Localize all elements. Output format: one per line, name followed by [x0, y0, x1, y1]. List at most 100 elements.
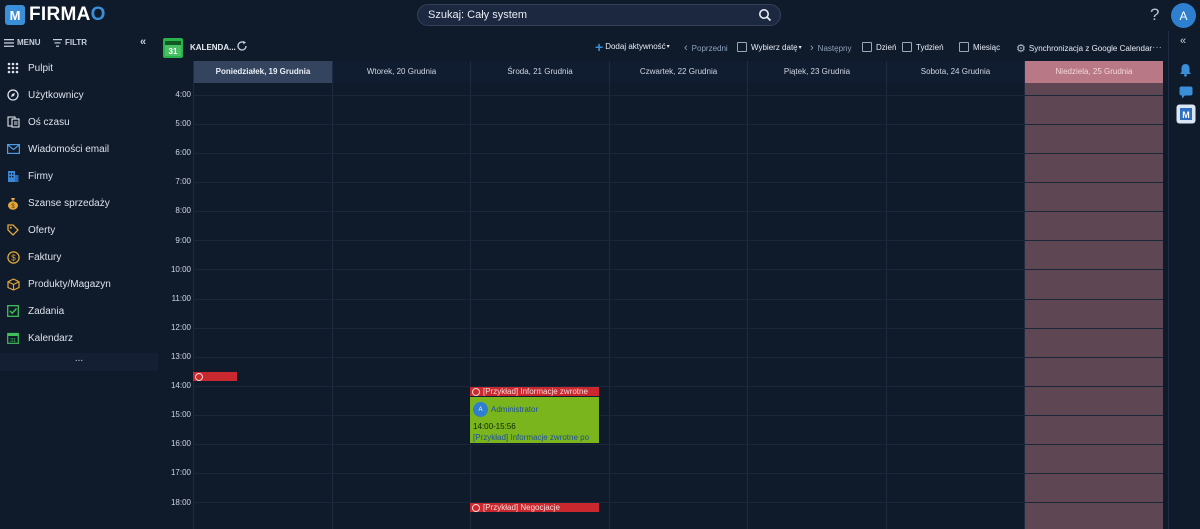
day-column-monday[interactable]	[193, 83, 332, 529]
hour-label: 13:00	[170, 352, 191, 361]
sidebar-item-label: Wiadomości email	[28, 143, 110, 155]
google-sync-button[interactable]: ⚙ Synchronizacja z Google Calendar	[1016, 42, 1152, 55]
day-view-button[interactable]: Dzień	[862, 42, 896, 52]
sidebar-item-calendar[interactable]: 31 Kalendarz	[6, 328, 156, 348]
search-label: Szukaj: Cały system	[428, 9, 528, 21]
sidebar-item-pulpit[interactable]: Pulpit	[6, 58, 156, 78]
filter-label: FILTR	[65, 38, 88, 47]
previous-button[interactable]: ‹ Poprzedni	[684, 42, 728, 54]
sidebar-item-timeline[interactable]: Oś czasu	[6, 112, 156, 132]
calendar-event-negotiations[interactable]: [Przykład] Negocjacje	[470, 503, 599, 512]
search-icon[interactable]	[758, 8, 772, 22]
hour-label: 14:00	[170, 381, 191, 390]
help-icon[interactable]: ?	[1150, 5, 1159, 25]
day-header-monday[interactable]: Poniedziałek, 19 Grudnia	[193, 61, 332, 83]
previous-label: Poprzedni	[691, 43, 728, 53]
google-sync-label: Synchronizacja z Google Calendar	[1028, 44, 1153, 53]
sidebar-item-users[interactable]: Użytkownicy	[6, 85, 156, 105]
hour-gridline	[193, 444, 1163, 445]
compass-icon	[6, 88, 20, 102]
firmao-logo[interactable]: M FIRMAO	[5, 4, 106, 26]
hour-gridline	[193, 182, 1163, 183]
firmao-assistant-icon[interactable]: M	[1176, 104, 1196, 124]
month-view-button[interactable]: Miesiąc	[959, 42, 1000, 52]
week-view-label: Tydzień	[916, 42, 944, 52]
event-user-avatar: A	[473, 402, 488, 417]
day-header-tuesday[interactable]: Wtorek, 20 Grudnia	[332, 61, 470, 83]
day-column-thursday[interactable]	[609, 83, 747, 529]
calendar-small-icon	[737, 42, 747, 52]
svg-text:31: 31	[10, 338, 16, 344]
day-header-thursday[interactable]: Czwartek, 22 Grudnia	[609, 61, 747, 83]
next-button[interactable]: › Następny	[810, 42, 851, 54]
calendar-event-title[interactable]: [Przykład] Informacje zwrotne	[470, 387, 599, 396]
day-column-saturday[interactable]	[886, 83, 1024, 529]
month-view-icon	[959, 42, 969, 52]
day-header-saturday[interactable]: Sobota, 24 Grudnia	[886, 61, 1024, 83]
sidebar-item-tasks[interactable]: Zadania	[6, 301, 156, 321]
hour-gridline	[193, 269, 1163, 270]
bell-icon[interactable]	[1179, 63, 1192, 77]
day-header-friday[interactable]: Piątek, 23 Grudnia	[747, 61, 886, 83]
sidebar-item-companies[interactable]: Firmy	[6, 166, 156, 186]
calendar-event-details[interactable]: A Administrator 14:00-15:56 [Przykład] I…	[470, 397, 599, 443]
sidebar-more-button[interactable]: ...	[0, 353, 158, 371]
hour-label: 10:00	[170, 265, 191, 274]
hour-gridline	[193, 473, 1163, 474]
sidebar-item-label: Pulpit	[28, 62, 54, 74]
event-user-name[interactable]: Administrator	[491, 405, 538, 414]
day-header-sunday[interactable]: Niedziela, 25 Grudnia	[1024, 61, 1163, 83]
hour-label: 6:00	[175, 148, 191, 157]
day-column-wednesday[interactable]	[470, 83, 609, 529]
sidebar-item-sales-opportunities[interactable]: $ Szanse sprzedaży	[6, 193, 156, 213]
chat-icon[interactable]	[1179, 86, 1193, 99]
sidebar-item-label: Szanse sprzedaży	[28, 197, 110, 209]
dollar-icon: $	[6, 250, 20, 264]
calendar-app-icon: 31	[163, 38, 183, 58]
choose-date-button[interactable]: Wybierz datę ▾	[737, 42, 802, 52]
global-search-input[interactable]: Szukaj: Cały system	[417, 4, 781, 26]
toolbar-more-icon[interactable]: ···	[1152, 42, 1162, 53]
hour-gridline	[193, 328, 1163, 329]
sidebar-item-email[interactable]: Wiadomości email	[6, 139, 156, 159]
menu-label: MENU	[17, 38, 41, 47]
week-view-button[interactable]: Tydzień	[902, 42, 944, 52]
sidebar-item-label: Firmy	[28, 170, 53, 182]
day-column-tuesday[interactable]	[332, 83, 470, 529]
hour-label: 5:00	[175, 119, 191, 128]
menu-toggle[interactable]: MENU	[4, 38, 41, 47]
sidebar-item-label: Kalendarz	[28, 332, 74, 344]
sidebar-item-label: Użytkownicy	[28, 89, 84, 101]
hour-label: 18:00	[170, 498, 191, 507]
event-description: [Przykład] Informacje zwrotne po	[473, 433, 590, 442]
calendar-event-monday[interactable]	[193, 372, 237, 381]
hour-gridline	[193, 415, 1163, 416]
svg-text:M: M	[1182, 110, 1190, 120]
collapse-right-panel-icon[interactable]: «	[1180, 35, 1186, 47]
sidebar-item-products[interactable]: Produkty/Magazyn	[6, 274, 156, 294]
refresh-icon[interactable]	[236, 40, 248, 52]
sidebar-item-offers[interactable]: Oferty	[6, 220, 156, 240]
add-activity-button[interactable]: + Dodaj aktywność ▾	[595, 40, 670, 54]
hour-gridline	[193, 124, 1163, 125]
gear-icon: ⚙	[1016, 43, 1026, 55]
day-header-wednesday[interactable]: Środa, 21 Grudnia	[470, 61, 609, 83]
day-column-friday[interactable]	[747, 83, 886, 529]
filter-toggle[interactable]: FILTR	[53, 38, 87, 47]
hamburger-icon	[4, 38, 14, 47]
page-title: KALENDA...	[190, 43, 236, 52]
hour-label: 12:00	[170, 323, 191, 332]
day-column-sunday[interactable]	[1024, 83, 1163, 529]
sidebar-item-label: Oś czasu	[28, 116, 70, 128]
grid-icon	[6, 61, 20, 75]
logo-mark-icon: M	[5, 5, 25, 25]
day-view-label: Dzień	[876, 42, 897, 52]
sidebar-item-invoices[interactable]: $ Faktury	[6, 247, 156, 267]
circle-icon	[195, 372, 203, 381]
collapse-sidebar-icon[interactable]: «	[140, 36, 146, 48]
sidebar-item-label: Produkty/Magazyn	[28, 278, 111, 290]
checkbox-icon	[6, 304, 20, 318]
hour-label: 4:00	[175, 90, 191, 99]
right-panel: « M	[1168, 31, 1200, 529]
user-avatar[interactable]: A	[1171, 3, 1196, 28]
